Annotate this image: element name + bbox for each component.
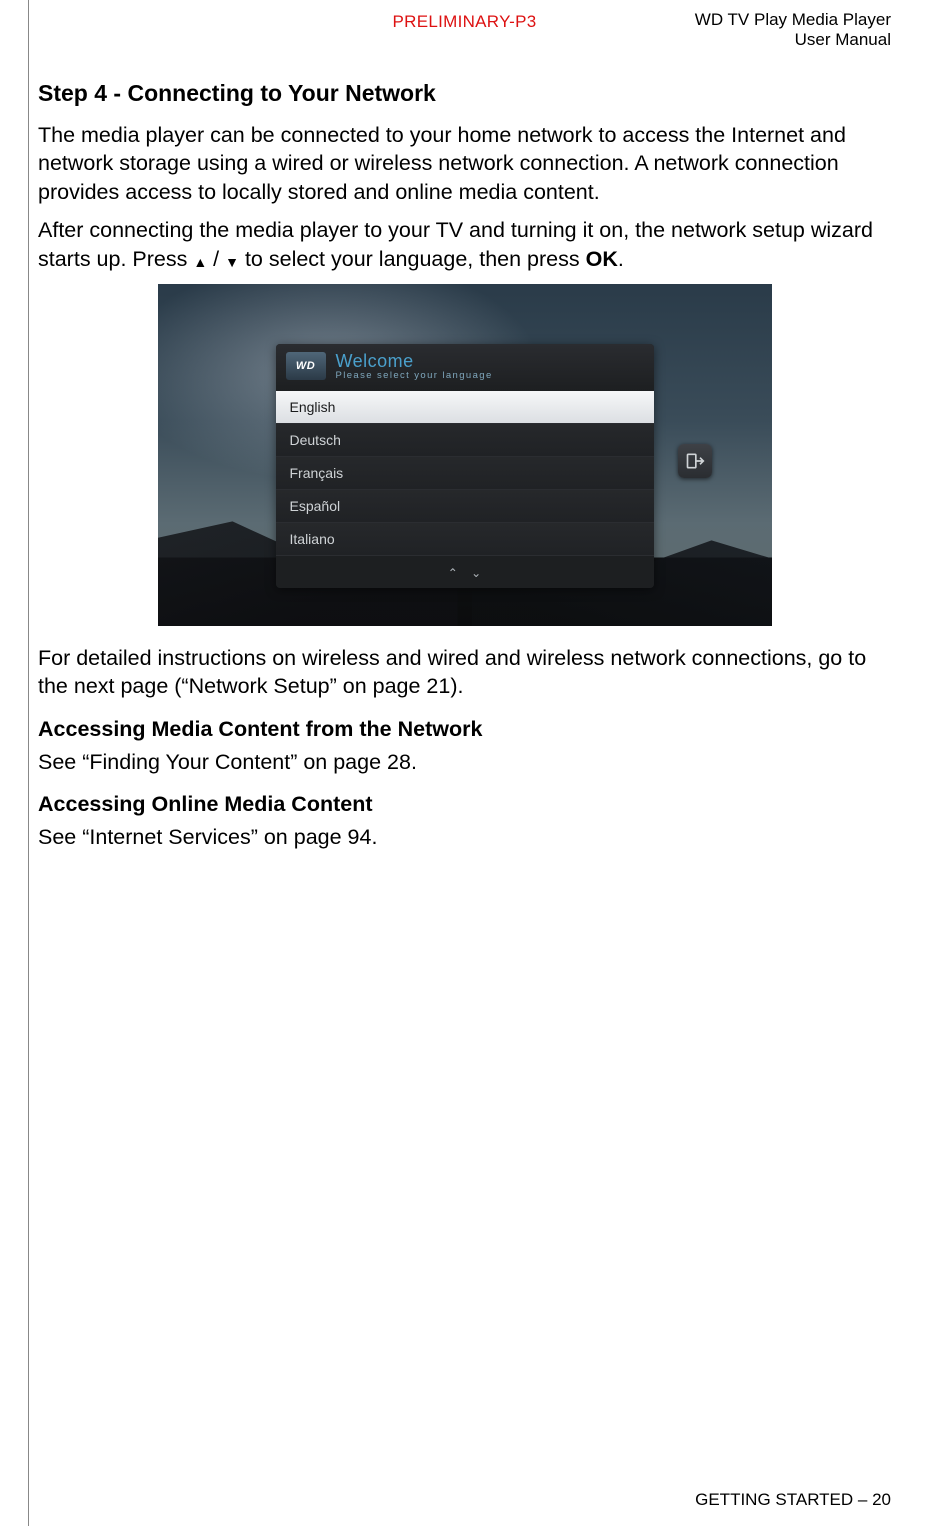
welcome-title: Welcome [336,352,493,371]
accessing-online-heading: Accessing Online Media Content [38,792,891,817]
welcome-panel-header: WD Welcome Please select your language [276,344,654,391]
step-para-2b: / [207,247,225,271]
language-option[interactable]: Italiano [276,523,654,556]
caret-down-icon [471,564,481,581]
exit-icon [678,444,712,478]
doc-title: WD TV Play Media Player User Manual [695,10,891,49]
preliminary-tag: PRELIMINARY-P3 [392,12,536,32]
step-para-2: After connecting the media player to you… [38,216,891,274]
doc-title-line1: WD TV Play Media Player [695,10,891,30]
wd-logo-icon: WD [286,352,326,380]
accessing-network-body: See “Finding Your Content” on page 28. [38,748,891,776]
welcome-subtitle: Please select your language [336,371,493,381]
after-shot-para: For detailed instructions on wireless an… [38,644,891,701]
language-list: EnglishDeutschFrançaisEspañolItaliano [276,391,654,558]
welcome-screenshot: WD Welcome Please select your language E… [158,284,772,626]
welcome-titles: Welcome Please select your language [336,352,493,381]
arrow-up-icon [193,246,207,274]
accessing-online-body: See “Internet Services” on page 94. [38,823,891,851]
caret-up-icon [448,564,458,581]
accessing-network-heading: Accessing Media Content from the Network [38,717,891,742]
footer-page: 20 [872,1490,891,1509]
language-option[interactable]: Français [276,457,654,490]
page-header: PRELIMINARY-P3 WD TV Play Media Player U… [38,10,891,54]
page-left-rule [28,0,29,1526]
welcome-panel: WD Welcome Please select your language E… [276,344,654,588]
step-para-1: The media player can be connected to you… [38,121,891,206]
language-option[interactable]: Deutsch [276,424,654,457]
ok-label: OK [586,247,618,271]
footer-sep: – [853,1490,872,1509]
page-footer: GETTING STARTED – 20 [695,1490,891,1510]
step-heading: Step 4 - Connecting to Your Network [38,80,891,107]
welcome-panel-footer [276,558,654,588]
footer-section: GETTING STARTED [695,1490,853,1509]
arrow-down-icon [225,246,239,274]
language-option[interactable]: English [276,391,654,424]
page-content: Step 4 - Connecting to Your Network The … [38,80,891,851]
step-para-2c: to select your language, then press [239,247,586,271]
doc-title-line2: User Manual [695,30,891,50]
language-option[interactable]: Español [276,490,654,523]
step-para-2end: . [618,247,624,271]
